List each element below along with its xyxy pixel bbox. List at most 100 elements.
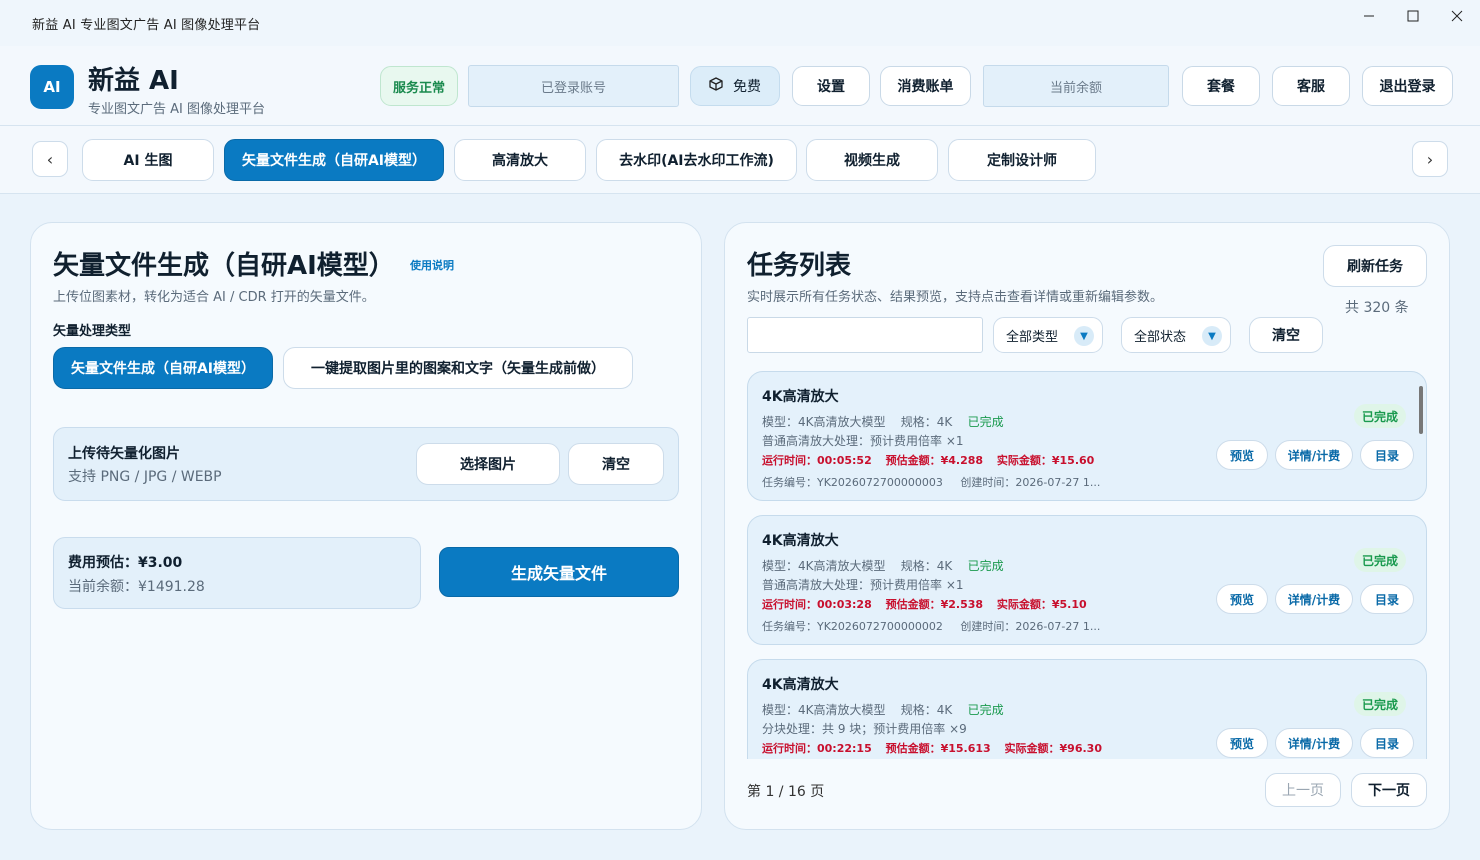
cost-estimate: 费用预估：¥3.00 xyxy=(68,555,183,571)
task-costs: 运行时间：00:03:28 预估金额：¥2.538 实际金额：¥5.10 xyxy=(762,596,1097,612)
total-count: 共 320 条 xyxy=(1345,300,1409,316)
plan-label: 免费 xyxy=(733,79,761,95)
current-balance: 当前余额：¥1491.28 xyxy=(68,579,205,595)
status-filter-select[interactable]: 全部状态 ▼ xyxy=(1121,317,1231,353)
billing-button[interactable]: 消费账单 xyxy=(880,66,971,106)
task-meta: 模型：4K高清放大模型 规格：4K 已完成 xyxy=(762,701,1004,718)
tab-video-generation[interactable]: 视频生成 xyxy=(806,139,938,181)
task-model: 模型：4K高清放大模型 xyxy=(762,559,886,573)
task-spec: 规格：4K xyxy=(900,703,953,717)
directory-button[interactable]: 目录 xyxy=(1360,440,1414,470)
tabs-next-button[interactable]: › xyxy=(1412,141,1448,177)
clear-filters-button[interactable]: 清空 xyxy=(1249,317,1323,353)
task-card[interactable]: 4K高清放大 模型：4K高清放大模型 规格：4K 已完成 分块处理：共 9 块；… xyxy=(747,659,1427,759)
task-card[interactable]: 4K高清放大 模型：4K高清放大模型 规格：4K 已完成 普通高清放大处理：预计… xyxy=(747,515,1427,645)
directory-button[interactable]: 目录 xyxy=(1360,728,1414,758)
window-titlebar: 新益 AI 专业图文广告 AI 图像处理平台 xyxy=(0,0,1480,46)
task-meta: 模型：4K高清放大模型 规格：4K 已完成 xyxy=(762,413,1004,430)
detail-billing-button[interactable]: 详情/计费 xyxy=(1275,440,1353,470)
task-meta: 模型：4K高清放大模型 规格：4K 已完成 xyxy=(762,557,1004,574)
help-link[interactable]: 使用说明 xyxy=(410,257,454,273)
type-option-vector[interactable]: 矢量文件生成（自研AI模型） xyxy=(53,347,273,389)
status-badge: 已完成 xyxy=(1353,692,1406,716)
detail-billing-button[interactable]: 详情/计费 xyxy=(1275,728,1353,758)
task-runtime: 运行时间：00:03:28 xyxy=(762,598,872,611)
prev-page-button[interactable]: 上一页 xyxy=(1265,773,1341,807)
generate-vector-button[interactable]: 生成矢量文件 xyxy=(439,547,679,597)
task-actual: 实际金额：¥15.60 xyxy=(996,454,1095,467)
task-spec: 规格：4K xyxy=(900,559,953,573)
upload-formats: 支持 PNG / JPG / WEBP xyxy=(68,469,222,485)
upload-title: 上传待矢量化图片 xyxy=(68,446,180,462)
task-id: 任务编号：YK2026072700000002 xyxy=(762,620,943,633)
page-info: 第 1 / 16 页 xyxy=(747,784,825,800)
task-footer: 任务编号：YK2026072700000003 创建时间：2026-07-27 … xyxy=(762,474,1100,490)
list-scrollbar[interactable] xyxy=(1419,386,1423,434)
brand-name: 新益 AI xyxy=(88,66,179,96)
account-field[interactable]: 已登录账号 xyxy=(468,65,679,107)
task-card[interactable]: 4K高清放大 模型：4K高清放大模型 规格：4K 已完成 普通高清放大处理：预计… xyxy=(747,371,1427,501)
task-model: 模型：4K高清放大模型 xyxy=(762,703,886,717)
logout-button[interactable]: 退出登录 xyxy=(1362,66,1453,106)
refresh-tasks-button[interactable]: 刷新任务 xyxy=(1323,245,1427,287)
task-status: 已完成 xyxy=(967,415,1004,429)
task-process: 普通高清放大处理：预计费用倍率 ×1 xyxy=(762,578,964,592)
dropdown-arrow-icon: ▼ xyxy=(1074,326,1094,346)
task-process: 分块处理：共 9 块；预计费用倍率 ×9 xyxy=(762,722,967,736)
type-filter-select[interactable]: 全部类型 ▼ xyxy=(993,317,1103,353)
task-estimate: 预估金额：¥2.538 xyxy=(885,598,984,611)
preview-button[interactable]: 预览 xyxy=(1216,584,1268,614)
task-footer: 任务编号：YK2026072700000002 创建时间：2026-07-27 … xyxy=(762,618,1100,634)
status-badge: 已完成 xyxy=(1353,548,1406,572)
task-process: 普通高清放大处理：预计费用倍率 ×1 xyxy=(762,434,964,448)
package-button[interactable]: 套餐 xyxy=(1182,66,1260,106)
upload-box: 上传待矢量化图片 支持 PNG / JPG / WEBP 选择图片 清空 xyxy=(53,427,679,501)
task-name: 4K高清放大 xyxy=(762,677,839,693)
task-actual: 实际金额：¥5.10 xyxy=(996,598,1087,611)
task-list-panel: 任务列表 实时展示所有任务状态、结果预览，支持点击查看详情或重新编辑参数。 刷新… xyxy=(724,222,1450,830)
choose-image-button[interactable]: 选择图片 xyxy=(416,443,560,485)
close-icon[interactable] xyxy=(1434,0,1480,32)
task-created: 创建时间：2026-07-27 1... xyxy=(960,476,1101,489)
tab-ai-image[interactable]: AI 生图 xyxy=(82,139,214,181)
brand-subtitle: 专业图文广告 AI 图像处理平台 xyxy=(88,102,265,117)
task-list: 4K高清放大 模型：4K高清放大模型 规格：4K 已完成 普通高清放大处理：预计… xyxy=(747,371,1427,759)
plan-button[interactable]: 免费 xyxy=(690,66,780,106)
next-page-button[interactable]: 下一页 xyxy=(1351,773,1427,807)
support-button[interactable]: 客服 xyxy=(1272,66,1350,106)
balance-field[interactable]: 当前余额 xyxy=(983,65,1169,107)
task-costs: 运行时间：00:05:52 预估金额：¥4.288 实际金额：¥15.60 xyxy=(762,452,1104,468)
tab-vector-generation[interactable]: 矢量文件生成（自研AI模型） xyxy=(224,139,444,181)
task-search-input[interactable] xyxy=(747,317,983,353)
preview-button[interactable]: 预览 xyxy=(1216,440,1268,470)
directory-button[interactable]: 目录 xyxy=(1360,584,1414,614)
panel-title: 矢量文件生成（自研AI模型） xyxy=(53,251,395,281)
task-status: 已完成 xyxy=(967,559,1004,573)
window-title: 新益 AI 专业图文广告 AI 图像处理平台 xyxy=(32,17,261,33)
task-spec: 规格：4K xyxy=(900,415,953,429)
status-badge: 已完成 xyxy=(1353,404,1406,428)
settings-button[interactable]: 设置 xyxy=(792,66,870,106)
feature-tabs-bar: ‹ AI 生图 矢量文件生成（自研AI模型） 高清放大 去水印(AI去水印工作流… xyxy=(0,126,1480,194)
tab-remove-watermark[interactable]: 去水印(AI去水印工作流) xyxy=(596,139,797,181)
tabs-prev-button[interactable]: ‹ xyxy=(32,141,68,177)
maximize-icon[interactable] xyxy=(1390,0,1436,32)
cost-box: 费用预估：¥3.00 当前余额：¥1491.28 xyxy=(53,537,421,609)
detail-billing-button[interactable]: 详情/计费 xyxy=(1275,584,1353,614)
task-actual: 实际金额：¥96.30 xyxy=(1004,742,1102,755)
minimize-icon[interactable] xyxy=(1346,0,1392,32)
task-runtime: 运行时间：00:22:15 xyxy=(762,742,872,755)
type-option-extract[interactable]: 一键提取图片里的图案和文字（矢量生成前做） xyxy=(283,347,633,389)
task-estimate: 预估金额：¥4.288 xyxy=(885,454,984,467)
clear-upload-button[interactable]: 清空 xyxy=(568,443,664,485)
tab-upscale[interactable]: 高清放大 xyxy=(454,139,586,181)
preview-button[interactable]: 预览 xyxy=(1216,728,1268,758)
vector-generation-panel: 矢量文件生成（自研AI模型） 使用说明 上传位图素材，转化为适合 AI / CD… xyxy=(30,222,702,830)
cube-icon xyxy=(709,77,723,95)
app-logo: AI xyxy=(30,65,74,109)
type-filter-value: 全部类型 xyxy=(1006,329,1059,345)
tab-custom-designer[interactable]: 定制设计师 xyxy=(948,139,1096,181)
task-runtime: 运行时间：00:05:52 xyxy=(762,454,872,467)
panel-subtitle: 上传位图素材，转化为适合 AI / CDR 打开的矢量文件。 xyxy=(53,290,375,305)
task-status: 已完成 xyxy=(967,703,1004,717)
